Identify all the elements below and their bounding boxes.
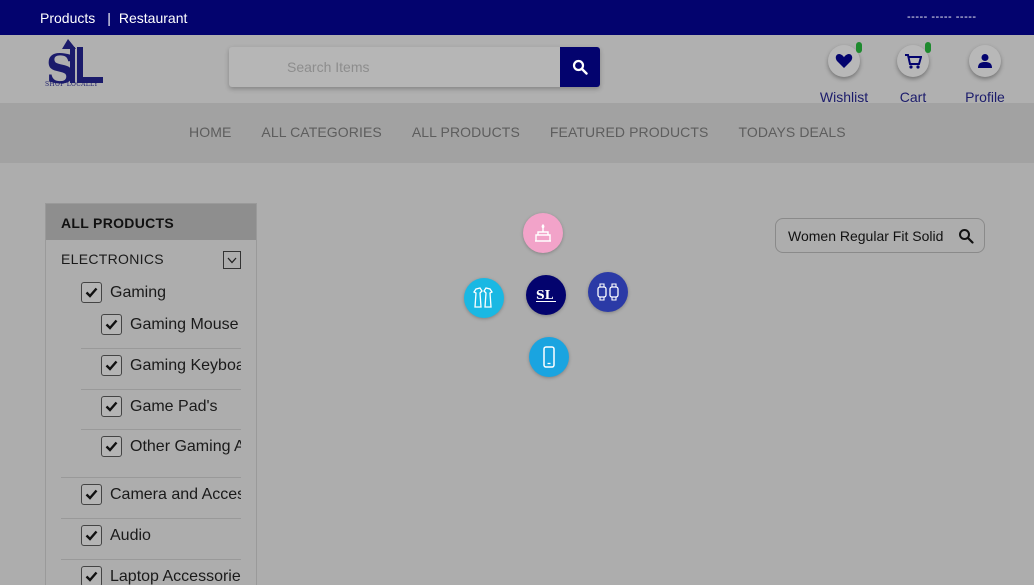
mobile-category-bubble[interactable] (529, 337, 569, 377)
filter-gaming-mouse[interactable]: Gaming Mouse (101, 314, 239, 335)
watches-category-bubble[interactable] (588, 272, 628, 312)
checkmark-icon (85, 530, 98, 541)
nav-all-products[interactable]: ALL PRODUCTS (412, 124, 520, 140)
checkmark-icon (105, 401, 118, 412)
svg-text:SL: SL (536, 288, 554, 302)
filter-gaming-keyboard[interactable]: Gaming Keyboa (101, 355, 241, 376)
divider (61, 477, 241, 478)
wishlist-badge (856, 42, 862, 53)
checkbox[interactable] (81, 525, 102, 546)
sidebar-list: Gaming Gaming Mouse Gaming Keyboa Game P… (46, 204, 241, 585)
search-icon (572, 59, 588, 75)
checkmark-icon (85, 287, 98, 298)
main-nav: HOME ALL CATEGORIES ALL PRODUCTS FEATURE… (0, 103, 1034, 163)
checkbox[interactable] (81, 566, 102, 585)
search-icon[interactable] (958, 228, 974, 244)
divider (61, 559, 241, 560)
cart-circle (897, 42, 931, 77)
filter-label: Gaming Mouse (130, 315, 239, 333)
search-button[interactable] (560, 47, 600, 87)
filter-label: Audio (110, 526, 151, 544)
products-link[interactable]: Products (40, 10, 95, 26)
top-bar: Products | Restaurant ----- ----- ----- (0, 0, 1034, 55)
product-search-value: Women Regular Fit Solid (788, 228, 944, 244)
cart-icon (905, 54, 922, 69)
nav-featured-products[interactable]: FEATURED PRODUCTS (550, 124, 709, 140)
checkbox[interactable] (81, 484, 102, 505)
profile-circle (969, 45, 1001, 77)
center-logo-bubble[interactable]: SL (526, 275, 566, 315)
food-category-bubble[interactable] (523, 213, 563, 253)
fashion-category-bubble[interactable] (464, 278, 504, 318)
restaurant-link[interactable]: Restaurant (119, 10, 187, 26)
phone-icon (543, 346, 555, 368)
cake-icon (535, 224, 551, 242)
checkbox[interactable] (101, 355, 122, 376)
checkmark-icon (85, 571, 98, 582)
divider (61, 518, 241, 519)
checkmark-icon (105, 319, 118, 330)
checkmark-icon (105, 360, 118, 371)
header: S SHOP LOCALLY Wishlist (0, 35, 1034, 105)
user-icon (978, 54, 992, 68)
divider (81, 429, 241, 430)
filter-label: Other Gaming A (130, 437, 241, 455)
checkbox[interactable] (81, 282, 102, 303)
clothing-icon (473, 287, 493, 308)
filter-label: Laptop Accessorie (110, 567, 241, 585)
wishlist-circle (828, 42, 862, 77)
checkmark-icon (85, 489, 98, 500)
logo-tagline: SHOP LOCALLY (45, 81, 99, 88)
nav-all-categories[interactable]: ALL CATEGORIES (261, 124, 381, 140)
filter-game-pads[interactable]: Game Pad's (101, 396, 218, 417)
top-links: Products | Restaurant (40, 10, 187, 26)
divider (81, 348, 241, 349)
filter-laptop-accessories[interactable]: Laptop Accessorie (81, 566, 241, 585)
checkbox[interactable] (101, 436, 122, 457)
profile-button[interactable]: Profile (945, 45, 1025, 105)
product-search-chip[interactable]: Women Regular Fit Solid (775, 218, 985, 253)
search-input[interactable] (229, 47, 560, 87)
category-sidebar: ALL PRODUCTS ELECTRONICS Gaming Gaming M… (45, 203, 257, 585)
filter-other-gaming[interactable]: Other Gaming A (101, 436, 241, 457)
wishlist-button[interactable]: Wishlist (804, 42, 884, 105)
divider (81, 389, 241, 390)
filter-label: Gaming Keyboa (130, 356, 241, 374)
checkbox[interactable] (101, 314, 122, 335)
filter-label: Game Pad's (130, 397, 218, 415)
filter-label: Camera and Acces (110, 485, 241, 503)
top-right-text: ----- ----- ----- (907, 11, 977, 23)
filter-camera[interactable]: Camera and Acces (81, 484, 241, 505)
nav-todays-deals[interactable]: TODAYS DEALS (738, 124, 845, 140)
watch-icon (597, 283, 619, 301)
filter-label: Gaming (110, 283, 167, 301)
search-bar (229, 47, 600, 87)
filter-audio[interactable]: Audio (81, 525, 151, 546)
filter-gaming[interactable]: Gaming (81, 282, 166, 303)
shop-logo-icon: SL (536, 288, 556, 302)
cart-badge (925, 42, 931, 53)
top-separator: | (107, 10, 111, 26)
checkbox[interactable] (101, 396, 122, 417)
cart-button[interactable]: Cart (873, 42, 953, 105)
checkmark-icon (105, 441, 118, 452)
heart-icon (835, 54, 853, 68)
nav-home[interactable]: HOME (189, 124, 231, 140)
